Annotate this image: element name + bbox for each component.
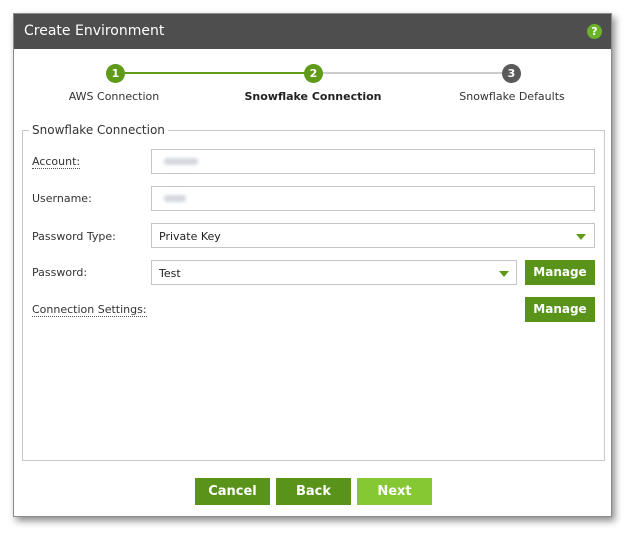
question-circle-icon[interactable]: ? xyxy=(587,24,602,39)
password-value: Test xyxy=(159,267,181,280)
stepper-line-completed xyxy=(116,72,312,74)
dropdown-arrow-icon xyxy=(576,234,586,240)
password-label: Password: xyxy=(32,266,88,279)
step-2-circle: 2 xyxy=(304,64,323,83)
password-select[interactable]: Test xyxy=(151,260,517,285)
snowflake-connection-group xyxy=(22,130,605,461)
step-1-circle: 1 xyxy=(106,64,125,83)
password-type-select[interactable]: Private Key xyxy=(151,223,595,248)
password-type-value: Private Key xyxy=(159,230,221,243)
step-1-label: AWS Connection xyxy=(68,90,160,103)
dropdown-arrow-icon xyxy=(499,271,509,277)
username-label: Username: xyxy=(32,192,92,205)
dialog-titlebar: Create Environment ? xyxy=(14,14,611,49)
connection-settings-label: Connection Settings: xyxy=(32,303,147,317)
account-redacted-value xyxy=(164,158,198,165)
password-manage-button[interactable]: Manage xyxy=(525,260,595,285)
account-label: Account: xyxy=(32,155,81,169)
back-button[interactable]: Back xyxy=(276,478,351,505)
cancel-button[interactable]: Cancel xyxy=(195,478,270,505)
group-legend: Snowflake Connection xyxy=(29,123,168,137)
account-input[interactable] xyxy=(151,149,595,174)
step-3-label: Snowflake Defaults xyxy=(459,90,565,103)
password-type-label: Password Type: xyxy=(32,230,116,243)
username-input[interactable] xyxy=(151,186,595,211)
stepper-line-pending xyxy=(314,72,510,74)
step-2-label: Snowflake Connection xyxy=(244,90,382,103)
connection-settings-manage-button[interactable]: Manage xyxy=(525,297,595,322)
next-button[interactable]: Next xyxy=(357,478,432,505)
step-3-circle: 3 xyxy=(502,64,521,83)
username-redacted-value xyxy=(164,195,186,202)
create-environment-dialog: Create Environment ? 1 2 3 AWS Connectio… xyxy=(13,13,612,517)
dialog-title: Create Environment xyxy=(24,23,165,39)
